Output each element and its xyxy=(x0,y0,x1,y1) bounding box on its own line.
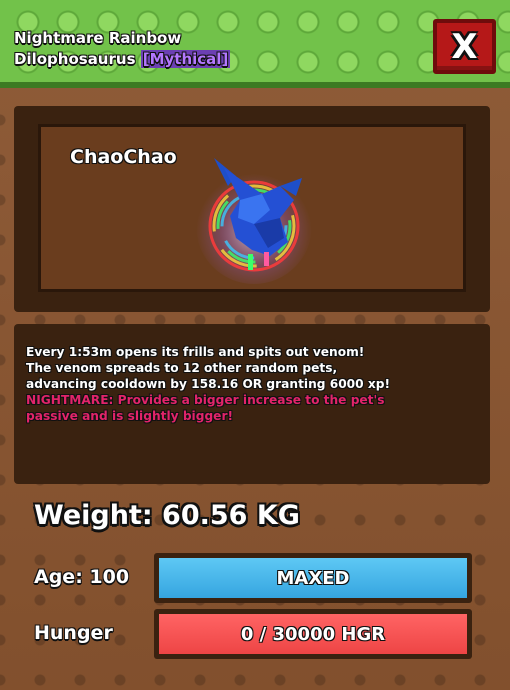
nightmare-description-line: NIGHTMARE: Provides a bigger increase to… xyxy=(26,393,385,407)
header-bar: Nightmare Rainbow Dilophosaurus [Mythica… xyxy=(0,0,510,88)
description-line: advancing cooldown by 158.16 OR granting… xyxy=(26,377,391,391)
age-bar: MAXED xyxy=(154,553,472,603)
hunger-bar-track: 0 / 30000 HGR xyxy=(159,614,467,654)
pet-species: Dilophosaurus xyxy=(14,50,136,68)
pet-title-line1: Nightmare Rainbow xyxy=(14,29,182,47)
hunger-bar-text: 0 / 30000 HGR xyxy=(240,623,386,645)
age-bar-text: MAXED xyxy=(276,567,350,589)
rarity-badge: [Mythical] xyxy=(140,50,231,68)
pet-model-image xyxy=(196,158,312,284)
hunger-label: Hunger xyxy=(34,622,113,644)
description-box: Every 1:53m opens its frills and spits o… xyxy=(14,324,490,484)
description-line: Every 1:53m opens its frills and spits o… xyxy=(26,345,365,359)
age-bar-track: MAXED xyxy=(159,558,467,598)
close-icon: X xyxy=(451,26,478,67)
close-button[interactable]: X xyxy=(433,19,496,74)
description-line: The venom spreads to 12 other random pet… xyxy=(26,361,338,375)
pet-display-frame: ChaoChao xyxy=(14,106,490,312)
age-label: Age: 100 xyxy=(34,566,130,588)
pet-name-label: ChaoChao xyxy=(70,146,177,168)
hunger-bar: 0 / 30000 HGR xyxy=(154,609,472,659)
pet-title: Nightmare Rainbow Dilophosaurus [Mythica… xyxy=(14,28,231,70)
pet-info-panel: Nightmare Rainbow Dilophosaurus [Mythica… xyxy=(0,0,510,690)
pet-display: ChaoChao xyxy=(38,124,466,292)
weight-label: Weight: 60.56 KG xyxy=(34,500,300,531)
pet-title-line2-row: Dilophosaurus [Mythical] xyxy=(14,49,231,70)
nightmare-description-line: passive and is slightly bigger! xyxy=(26,409,234,423)
